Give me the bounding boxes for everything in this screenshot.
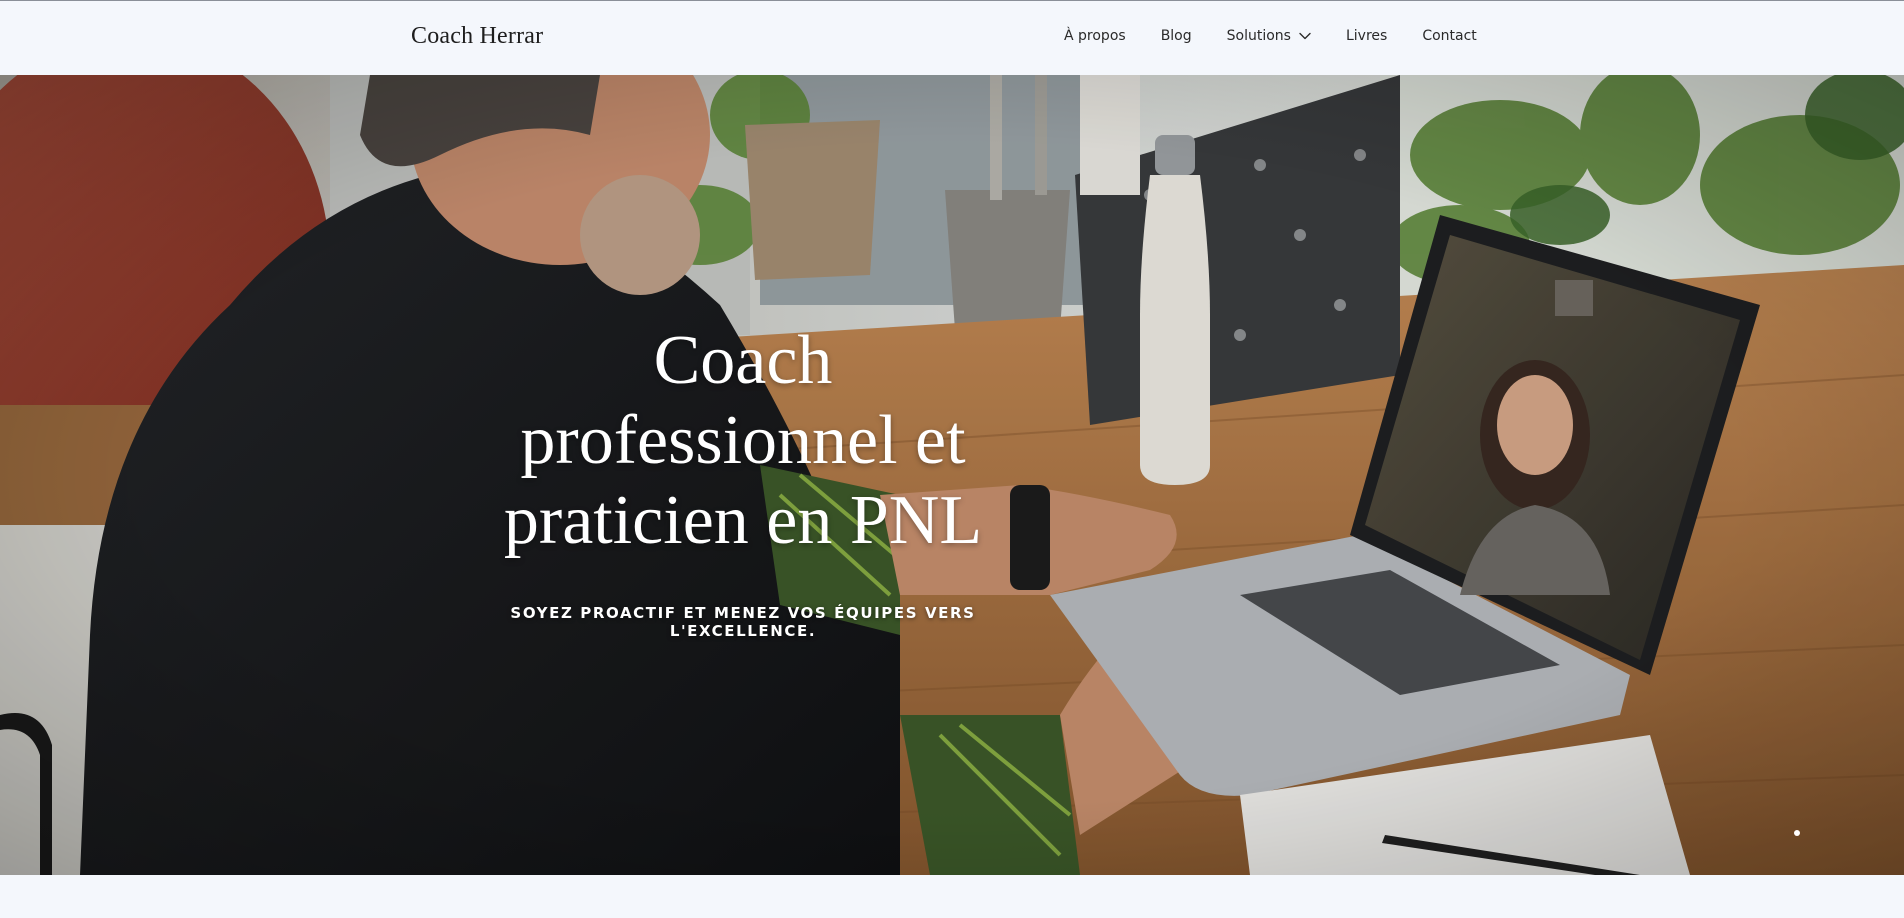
page-content-start: [0, 875, 1904, 918]
main-navigation: À propos Blog Solutions Livres Contact: [1064, 28, 1477, 44]
hero-title: Coach professionnel et praticien en PNL: [443, 321, 1043, 561]
site-brand-link[interactable]: Coach Herrar: [411, 23, 543, 50]
hero-title-line: praticien en PNL: [503, 482, 983, 559]
chevron-down-icon: [1299, 32, 1311, 40]
site-header: Coach Herrar À propos Blog Solutions Liv…: [0, 0, 1904, 74]
nav-item-contact[interactable]: Contact: [1422, 28, 1476, 44]
hero-title-line: professionnel et: [520, 402, 966, 479]
nav-item-solutions-label: Solutions: [1226, 28, 1291, 44]
nav-item-a-propos[interactable]: À propos: [1064, 28, 1126, 44]
hero-title-line: Coach: [653, 322, 833, 399]
slider-dot[interactable]: [1794, 830, 1800, 836]
nav-item-solutions[interactable]: Solutions: [1227, 28, 1311, 44]
nav-item-livres[interactable]: Livres: [1346, 28, 1387, 44]
nav-item-blog[interactable]: Blog: [1161, 28, 1192, 44]
hero-subtitle: SOYEZ PROACTIF ET MENEZ VOS ÉQUIPES VERS…: [510, 604, 976, 640]
hero-banner: Coach professionnel et praticien en PNL …: [0, 75, 1904, 875]
